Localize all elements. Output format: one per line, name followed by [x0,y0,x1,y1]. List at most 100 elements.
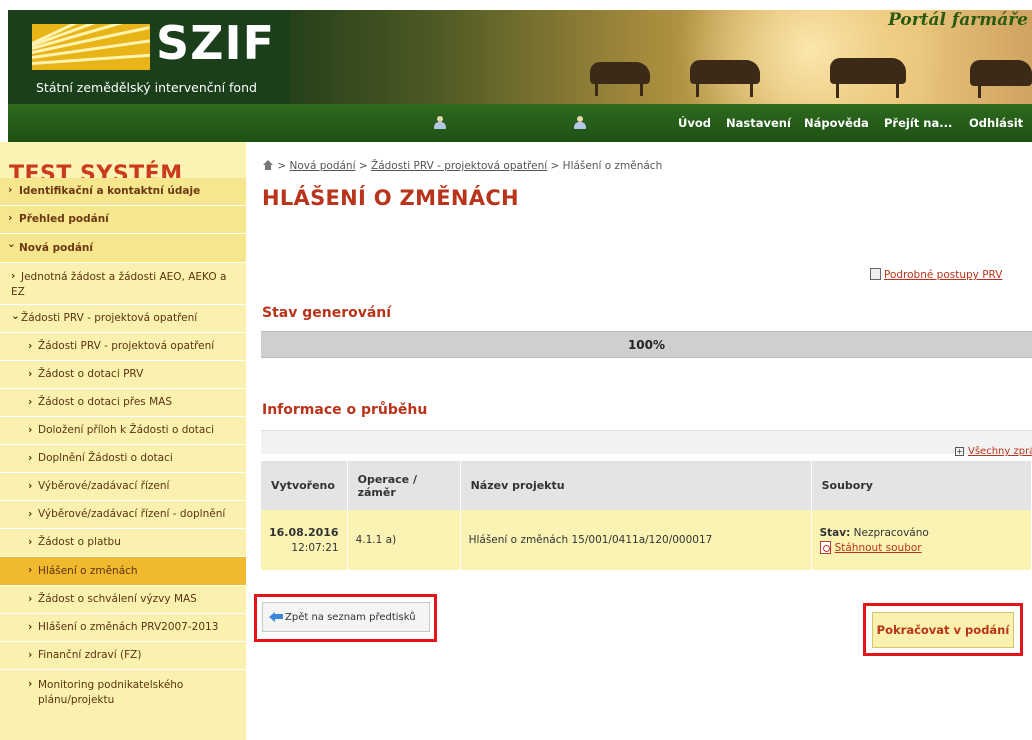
home-icon[interactable] [262,160,274,170]
sidebar-item-zadosti-prv-projektova[interactable]: › Žádosti PRV - projektová opatření [0,333,246,361]
all-messages-link[interactable]: +Všechny zprávy [955,446,1032,457]
chevron-right-icon: › [28,340,33,352]
table-header-row: Vytvořeno Operace / záměr Název projektu… [261,461,1032,510]
created-time: 12:07:21 [291,542,339,554]
sidebar: TEST SYSTÉM › Identifikační a kontaktní … [0,142,246,740]
sidebar-item-dolozeni-priloh[interactable]: › Doložení příloh k Žádosti o dotaci [0,417,246,445]
header: SZIF Státní zemědělský intervenční fond … [8,10,1032,104]
cell-created: 16.08.2016 12:07:21 [261,510,348,570]
detail-procedures-link[interactable]: Podrobné postupy PRV [870,268,1002,281]
status-label: Stav: [819,526,851,539]
chevron-right-icon: › [28,480,33,492]
chevron-right-icon: › [28,678,33,690]
sidebar-item-label: Identifikační a kontaktní údaje [19,185,201,197]
back-to-list-button[interactable]: Zpět na seznam předtisků [262,602,430,632]
chevron-right-icon: › [28,452,33,464]
nav-link-napoveda[interactable]: Nápověda [804,116,869,130]
sidebar-item-zadosti-prv[interactable]: ⌄ Žádosti PRV - projektová opatření [0,305,246,333]
breadcrumb: > Nová podání > Žádosti PRV - projektová… [262,160,662,172]
sidebar-item-label: Hlášení o změnách [38,565,138,577]
cell-project-name: Hlášení o změnách 15/001/0411a/120/00001… [460,510,812,570]
nav-link-odhlasit[interactable]: Odhlásit [969,116,1023,130]
table-row: 16.08.2016 12:07:21 4.1.1 a) Hlášení o z… [261,510,1032,570]
sidebar-item-hlaseni-o-zmenach[interactable]: › Hlášení o změnách [0,557,246,586]
sidebar-item-label: Jednotná žádost a žádosti AEO, AEKO a EZ [11,271,227,298]
logo-mark-icon [32,24,150,70]
progress-bar: 100% [261,331,1032,358]
sidebar-item-zadost-pres-mas[interactable]: › Žádost o dotaci přes MAS [0,389,246,417]
column-header-operation: Operace / záměr [347,461,461,510]
sidebar-item-label: Doplnění Žádosti o dotaci [38,452,173,464]
created-date: 16.08.2016 [269,526,339,539]
sidebar-item-nova-podani[interactable]: ⌄ Nová podání [0,234,246,263]
sidebar-item-label: Žádost o platbu [38,536,121,548]
user-icon[interactable] [434,116,446,130]
chevron-right-icon: › [28,368,33,380]
cell-operation: 4.1.1 a) [347,510,461,570]
page-title: HLÁŠENÍ O ZMĚNÁCH [262,186,519,210]
download-file-link[interactable]: Stáhnout soubor [835,542,922,554]
sidebar-item-schvaleni-vyzvy-mas[interactable]: › Žádost o schválení výzvy MAS [0,586,246,614]
sidebar-item-identifikacni-udaje[interactable]: › Identifikační a kontaktní údaje [0,178,246,206]
chevron-right-icon: › [28,536,33,548]
column-header-files: Soubory [811,461,1032,510]
expand-plus-icon: + [955,447,964,456]
logo-text: SZIF [156,16,276,70]
chevron-right-icon: › [28,396,33,408]
sidebar-item-label: Žádost o dotaci přes MAS [38,396,172,408]
user-icon[interactable] [574,116,586,130]
nav-link-prejit-na[interactable]: Přejít na... [884,116,952,130]
sidebar-item-label: Žádosti PRV - projektová opatření [21,312,198,324]
chevron-down-icon: ⌄ [11,310,20,322]
messages-bar [261,430,1032,454]
sidebar-item-prehled-podani[interactable]: › Přehled podání [0,206,246,234]
column-header-project-name: Název projektu [460,461,812,510]
portal-title: Portál farmáře [888,10,1028,30]
sidebar-item-label: Žádost o dotaci PRV [38,368,144,380]
logo[interactable]: SZIF Státní zemědělský intervenční fond [8,10,290,104]
top-navigation: Úvod Nastavení Nápověda Přejít na... Odh… [8,104,1032,142]
sidebar-item-doplneni-zadosti[interactable]: › Doplnění Žádosti o dotaci [0,445,246,473]
breadcrumb-link-nova-podani[interactable]: Nová podání [289,160,355,172]
chevron-right-icon: › [28,593,33,605]
chevron-right-icon: › [28,424,33,436]
column-header-created: Vytvořeno [261,461,348,510]
sidebar-item-label: Finanční zdraví (FZ) [38,649,142,661]
sidebar-item-label: Přehled podání [19,213,109,225]
logo-subtitle: Státní zemědělský intervenční fond [36,80,257,95]
sidebar-item-monitoring[interactable]: › Monitoring podnikatelského plánu/proje… [0,670,246,740]
chevron-right-icon: › [28,564,33,576]
sidebar-item-jednotna-zadost[interactable]: › Jednotná žádost a žádosti AEO, AEKO a … [0,263,246,305]
breadcrumb-current: Hlášení o změnách [562,160,663,172]
sidebar-item-label: Doložení příloh k Žádosti o dotaci [38,424,215,436]
sidebar-item-label: Žádosti PRV - projektová opatření [38,340,215,352]
sidebar-item-hlaseni-prv2007[interactable]: › Hlášení o změnách PRV2007-2013 [0,614,246,642]
continue-button[interactable]: Pokračovat v podání [872,612,1014,648]
pdf-icon [819,540,831,554]
sidebar-item-vyberove-rizeni-doplneni[interactable]: › Výběrové/zadávací řízení - doplnění [0,501,246,529]
sidebar-item-financni-zdravi[interactable]: › Finanční zdraví (FZ) [0,642,246,670]
breadcrumb-link-zadosti-prv[interactable]: Žádosti PRV - projektová opatření [371,160,547,172]
chevron-right-icon: › [8,212,13,224]
chevron-down-icon: ⌄ [7,238,16,250]
info-heading: Informace o průběhu [262,402,428,418]
sidebar-item-label: Výběrové/zadávací řízení [38,480,170,492]
sidebar-item-zadost-o-dotaci-prv[interactable]: › Žádost o dotaci PRV [0,361,246,389]
chevron-right-icon: › [28,649,33,661]
progress-label: 100% [627,338,666,352]
sidebar-item-label: Nová podání [19,242,93,254]
status-value: Nezpracováno [853,526,929,539]
chevron-right-icon: › [28,621,33,633]
header-banner-image: Portál farmáře [290,10,1032,104]
nav-link-uvod[interactable]: Úvod [678,116,711,130]
arrow-left-icon [269,612,283,622]
sidebar-item-vyberove-rizeni[interactable]: › Výběrové/zadávací řízení [0,473,246,501]
chevron-right-icon: › [8,184,13,196]
progress-table: Vytvořeno Operace / záměr Název projektu… [261,461,1032,570]
sidebar-item-label: Žádost o schválení výzvy MAS [38,593,197,605]
sidebar-item-label: Hlášení o změnách PRV2007-2013 [38,621,219,633]
sidebar-item-label: Monitoring podnikatelského plánu/projekt… [38,679,184,706]
sidebar-item-label: Výběrové/zadávací řízení - doplnění [38,508,226,520]
nav-link-nastaveni[interactable]: Nastavení [726,116,791,130]
sidebar-item-zadost-o-platbu[interactable]: › Žádost o platbu [0,529,246,557]
